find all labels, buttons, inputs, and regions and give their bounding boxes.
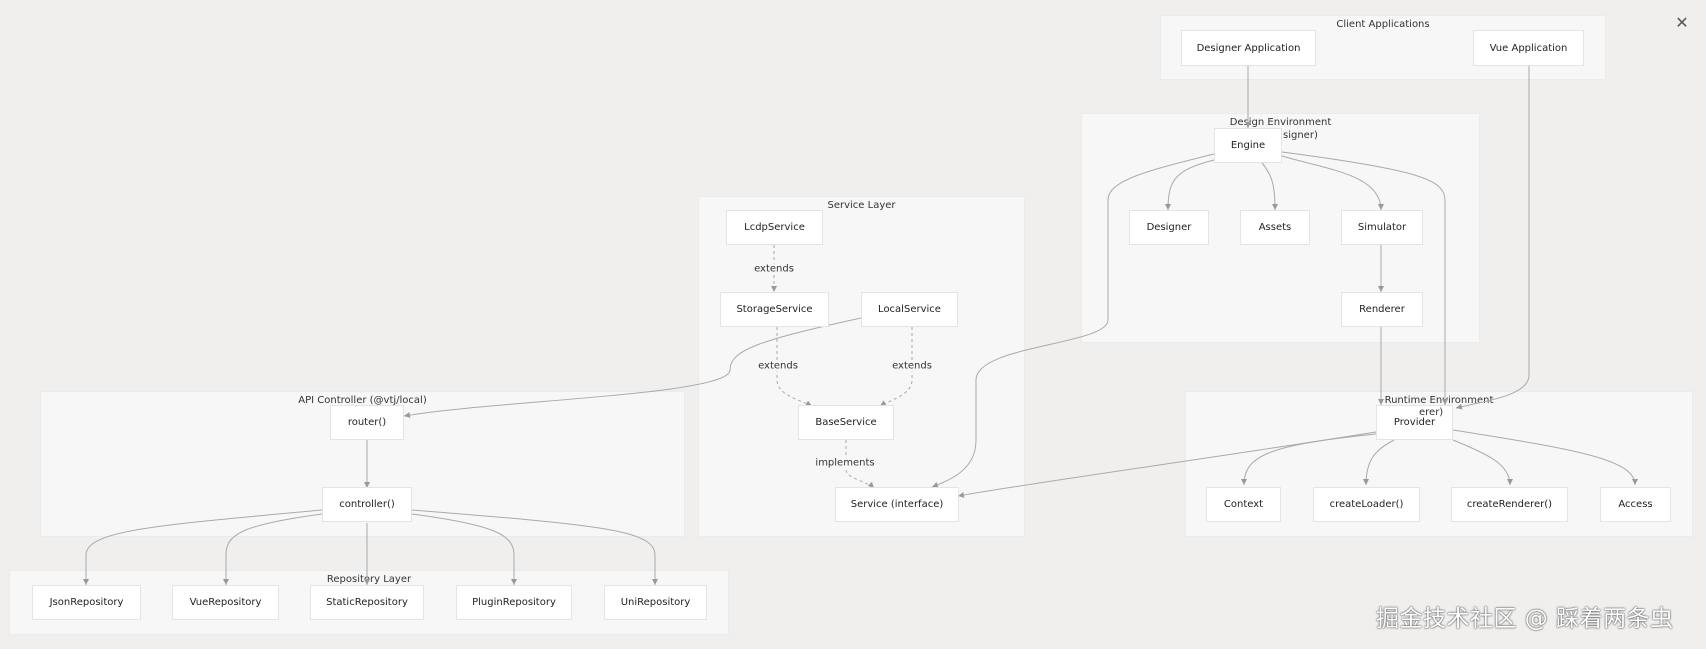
node-create-renderer[interactable]: createRenderer() bbox=[1451, 487, 1568, 522]
watermark-text: 掘金技术社区 @ 踩着两条虫 bbox=[1376, 606, 1674, 632]
node-simulator[interactable]: Simulator bbox=[1341, 210, 1423, 245]
node-vue-repository[interactable]: VueRepository bbox=[172, 585, 279, 620]
node-uni-repository[interactable]: UniRepository bbox=[604, 585, 707, 620]
diagram-canvas: Client Applications Design Environment S… bbox=[0, 0, 1706, 649]
cluster-label-design-suffix: signer) bbox=[1283, 130, 1318, 141]
node-engine[interactable]: Engine bbox=[1214, 128, 1282, 163]
node-renderer[interactable]: Renderer bbox=[1341, 292, 1423, 327]
close-icon[interactable]: ✕ bbox=[1672, 12, 1692, 32]
node-service-interface[interactable]: Service (interface) bbox=[835, 487, 959, 522]
cluster-label-runtime-suffix: erer) bbox=[1419, 407, 1444, 418]
node-assets[interactable]: Assets bbox=[1240, 210, 1310, 245]
node-local-service[interactable]: LocalService bbox=[861, 292, 958, 327]
edge-label-base-service: implements bbox=[813, 457, 877, 469]
node-access[interactable]: Access bbox=[1600, 487, 1671, 522]
node-static-repository[interactable]: StaticRepository bbox=[310, 585, 424, 620]
node-context[interactable]: Context bbox=[1206, 487, 1281, 522]
node-designer[interactable]: Designer bbox=[1129, 210, 1209, 245]
node-lcdp-service[interactable]: LcdpService bbox=[726, 210, 823, 245]
node-plugin-repository[interactable]: PluginRepository bbox=[456, 585, 572, 620]
node-vue-application[interactable]: Vue Application bbox=[1473, 30, 1584, 66]
node-base-service[interactable]: BaseService bbox=[798, 405, 894, 440]
node-create-loader[interactable]: createLoader() bbox=[1313, 487, 1420, 522]
node-router[interactable]: router() bbox=[330, 405, 404, 440]
edge-label-local-base: extends bbox=[890, 360, 934, 372]
edge-label-storage-base: extends bbox=[756, 360, 800, 372]
edge-label-lcdp-storage: extends bbox=[752, 263, 796, 275]
node-json-repository[interactable]: JsonRepository bbox=[32, 585, 141, 620]
node-controller[interactable]: controller() bbox=[322, 487, 412, 522]
node-storage-service[interactable]: StorageService bbox=[720, 292, 829, 327]
node-designer-application[interactable]: Designer Application bbox=[1181, 30, 1316, 66]
cluster-service-layer: Service Layer bbox=[698, 196, 1025, 537]
